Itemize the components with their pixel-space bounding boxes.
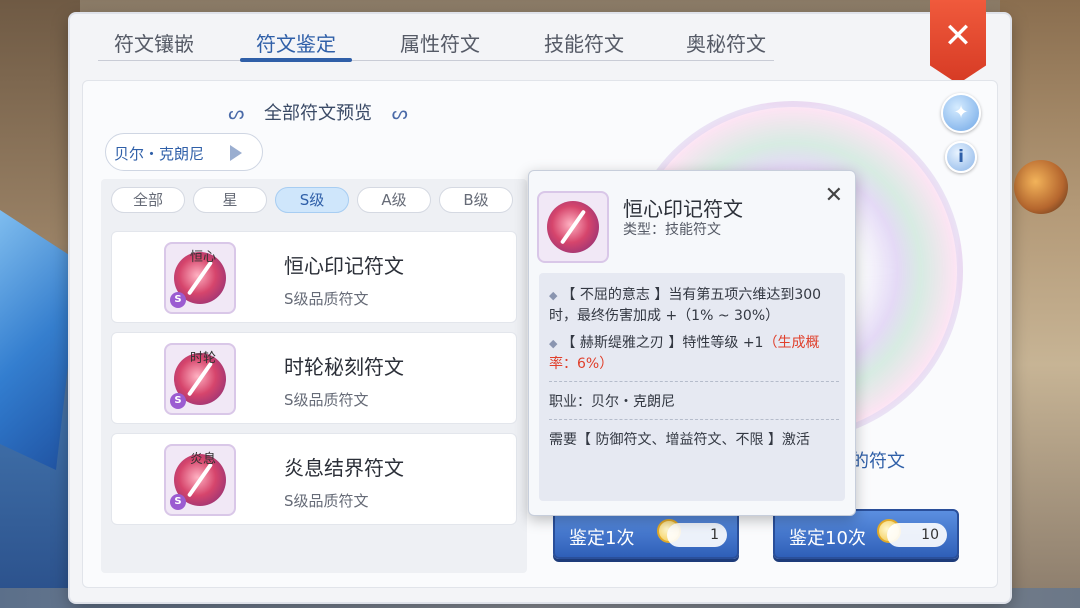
rune-quality: S级品质符文 xyxy=(284,391,369,409)
character-selector[interactable]: 贝尔・克朗尼 xyxy=(105,133,263,171)
owned-rune-label: 的符文 xyxy=(851,451,905,472)
tab-skill-rune[interactable]: 技能符文 xyxy=(524,28,644,60)
rune-list-panel: 全部 星 S级 A级 B级 恒心 S 恒心印记符文 S级品质符文 时轮 S 时轮… xyxy=(101,179,527,573)
job-text: 职业：贝尔・克朗尼 xyxy=(549,394,675,410)
grade-badge: S xyxy=(170,292,186,308)
rune-list-item[interactable]: 炎息 S 炎息结界符文 S级品质符文 xyxy=(111,433,517,525)
rune-list-item[interactable]: 时轮 S 时轮秘刻符文 S级品质符文 xyxy=(111,332,517,424)
requirement-text: 需要【 防御符文、增益符文、不限 】激活 xyxy=(549,432,810,448)
rune-quality: S级品质符文 xyxy=(284,290,369,308)
popup-title: 恒心印记符文 xyxy=(623,197,743,221)
tab-divider xyxy=(98,60,774,61)
popup-rune-icon xyxy=(537,191,609,263)
rune-quality: S级品质符文 xyxy=(284,492,369,510)
appraise-once-count: 1 xyxy=(667,523,727,547)
close-icon: ✕ xyxy=(943,16,973,56)
rune-icon: 时轮 S xyxy=(164,343,236,415)
diamond-bullet-icon: ◆ xyxy=(549,337,558,350)
appraise-once-label: 鉴定1次 xyxy=(569,528,635,549)
preview-title: 全部符文预览 xyxy=(264,103,372,124)
rune-tag: 恒心 xyxy=(190,250,217,265)
rune-list-item[interactable]: 恒心 S 恒心印记符文 S级品质符文 xyxy=(111,231,517,323)
tab-bar: 符文镶嵌 符文鉴定 属性符文 技能符文 奥秘符文 xyxy=(70,14,790,74)
divider xyxy=(549,381,839,382)
filter-s-grade[interactable]: S级 xyxy=(275,187,349,213)
divider xyxy=(549,419,839,420)
appraise-once-button[interactable]: 鉴定1次 1 xyxy=(553,509,739,559)
rune-tag: 时轮 xyxy=(190,351,217,366)
magic-wand-button[interactable]: ✦ xyxy=(941,93,981,133)
filter-b-grade[interactable]: B级 xyxy=(439,187,513,213)
background-creature xyxy=(1014,160,1068,214)
filter-a-grade[interactable]: A级 xyxy=(357,187,431,213)
grade-badge: S xyxy=(170,393,186,409)
play-arrow-icon xyxy=(230,145,242,161)
character-name: 贝尔・克朗尼 xyxy=(114,145,205,163)
effect-line: ◆ 【 赫斯缇雅之刃 】特性等级 +1（生成概率：6%） xyxy=(549,333,839,374)
grade-badge: S xyxy=(170,494,186,510)
effect-text: 【 不屈的意志 】当有第五项六维达到300时，最终伤害加成 +（1% ~ 30%… xyxy=(549,287,822,324)
diamond-bullet-icon: ◆ xyxy=(549,289,558,302)
popup-effects: ◆ 【 不屈的意志 】当有第五项六维达到300时，最终伤害加成 +（1% ~ 30… xyxy=(539,273,845,501)
rune-icon: 恒心 S xyxy=(164,242,236,314)
rune-icon: 炎息 S xyxy=(164,444,236,516)
filter-all[interactable]: 全部 xyxy=(111,187,185,213)
rune-name: 炎息结界符文 xyxy=(284,456,404,480)
swirl-left-icon: ᔕ xyxy=(228,103,245,124)
close-button[interactable]: ✕ xyxy=(930,0,986,84)
background-right xyxy=(1000,0,1080,608)
active-tab-indicator xyxy=(240,58,352,62)
swirl-right-icon: ᔕ xyxy=(391,103,408,124)
info-icon: i xyxy=(958,147,964,167)
tab-rune-appraise[interactable]: 符文鉴定 xyxy=(236,28,356,60)
effect-line: ◆ 【 不屈的意志 】当有第五项六维达到300时，最终伤害加成 +（1% ~ 30… xyxy=(549,285,839,326)
appraise-ten-count: 10 xyxy=(887,523,947,547)
tab-attribute-rune[interactable]: 属性符文 xyxy=(380,28,500,60)
preview-header: ᔕ 全部符文预览 ᔕ xyxy=(193,99,443,125)
rune-detail-popup: 恒心印记符文 类型：技能符文 ✕ ◆ 【 不屈的意志 】当有第五项六维达到300时… xyxy=(528,170,856,516)
effect-text: 【 赫斯缇雅之刃 】特性等级 +1 xyxy=(561,335,764,351)
rune-name: 时轮秘刻符文 xyxy=(284,355,404,379)
appraise-ten-label: 鉴定10次 xyxy=(789,528,866,549)
rune-orb-icon xyxy=(547,201,599,253)
filter-star[interactable]: 星 xyxy=(193,187,267,213)
popup-type: 类型：技能符文 xyxy=(623,222,721,238)
rune-tag: 炎息 xyxy=(190,452,217,467)
rune-name: 恒心印记符文 xyxy=(284,254,404,278)
appraise-ten-button[interactable]: 鉴定10次 10 xyxy=(773,509,959,559)
info-button[interactable]: i xyxy=(945,141,977,173)
tab-mystery-rune[interactable]: 奥秘符文 xyxy=(666,28,786,60)
magic-wand-icon: ✦ xyxy=(953,102,969,123)
tab-rune-inlay[interactable]: 符文镶嵌 xyxy=(94,28,214,60)
popup-close-icon[interactable]: ✕ xyxy=(825,183,843,208)
